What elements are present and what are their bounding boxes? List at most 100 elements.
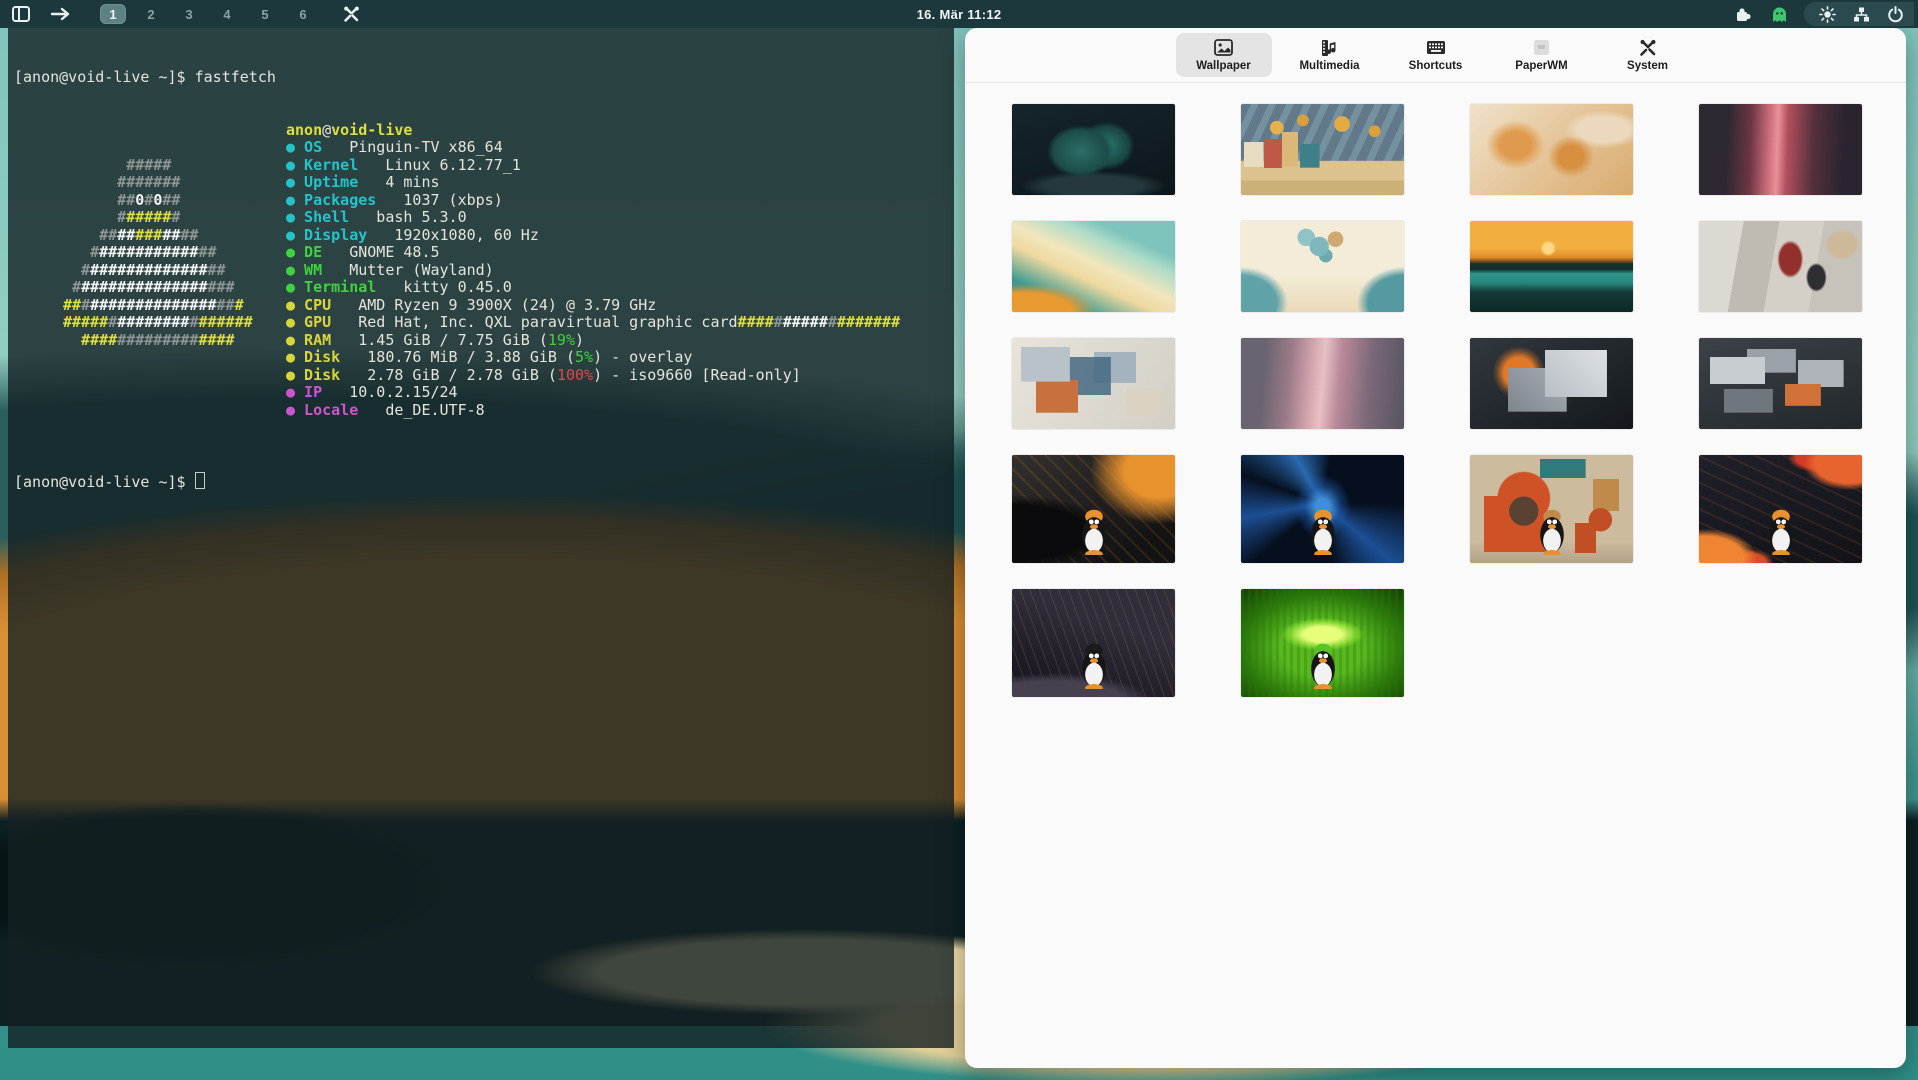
tab-label: Wallpaper (1196, 60, 1251, 72)
wallpaper-thumbnail-teal-orange-dunes[interactable] (1012, 221, 1175, 312)
wallpaper-thumbnail-penguin-circuit-waves[interactable] (1012, 455, 1175, 563)
text-segment: ## (217, 296, 235, 314)
text-segment: 1920x1080, 60 Hz (367, 226, 539, 244)
text-segment: ## (208, 261, 226, 279)
text-segment: @ (322, 121, 331, 139)
tiling-panes-icon[interactable] (10, 3, 32, 25)
text-segment: ) - iso9660 [Read-only] (593, 366, 801, 384)
text-segment: 5% (575, 348, 593, 366)
text-segment: ● OS (286, 138, 322, 156)
text-segment: #### (198, 331, 234, 349)
keyboard-icon (1426, 38, 1446, 57)
text-segment: 180.76 MiB / 3.88 GiB ( (340, 348, 575, 366)
text-segment: ● Display (286, 226, 367, 244)
wallpaper-thumbnail-gray-blocks-orange[interactable] (1699, 338, 1862, 429)
text-segment: #### (738, 313, 774, 331)
tools-icon[interactable] (340, 3, 362, 25)
wallpaper-thumbnail-pastel-tree-valley[interactable] (1241, 221, 1404, 312)
fastfetch-info-line: ● Kernel Linux 6.12.77_1 (286, 157, 900, 175)
text-segment: # (828, 313, 837, 331)
tab-wallpaper[interactable]: Wallpaper (1176, 33, 1272, 77)
wallpaper-thumbnail-penguin-matrix-green[interactable] (1241, 589, 1404, 697)
text-segment: ● RAM (286, 331, 331, 349)
text-segment: GNOME 48.5 (322, 243, 439, 261)
text-segment: # (81, 296, 90, 314)
tab-divider (965, 82, 1906, 83)
text-segment: # (235, 296, 244, 314)
tab-shortcuts[interactable]: Shortcuts (1388, 33, 1484, 77)
fastfetch-info-line: ● RAM 1.45 GiB / 7.75 GiB (19%) (286, 332, 900, 350)
wallpaper-thumbnail-autumn-village[interactable] (1241, 104, 1404, 195)
tab-paperwm[interactable]: PaperWM (1494, 33, 1590, 77)
text-segment: 1037 (xbps) (376, 191, 502, 209)
tools-icon (1639, 38, 1657, 57)
brightness-icon[interactable] (1816, 3, 1838, 25)
text-segment: ####### (837, 313, 900, 331)
text-segment: # (63, 278, 81, 296)
wallpaper-thumbnail-amber-lilies[interactable] (1470, 104, 1633, 195)
wallpaper-thumbnail-sunset-forest-lake[interactable] (1470, 221, 1633, 312)
text-segment: ############## (81, 278, 207, 296)
arrow-right-icon[interactable] (50, 3, 72, 25)
fastfetch-info-line: ● WM Mutter (Wayland) (286, 262, 900, 280)
text-segment: #### (63, 331, 117, 349)
wallpaper-thumbnail-rose-smoke[interactable] (1241, 338, 1404, 429)
tab-multimedia[interactable]: Multimedia (1282, 33, 1378, 77)
ascii-art-row: ####### (63, 209, 253, 227)
text-segment: # (63, 243, 99, 261)
network-icon[interactable] (1850, 3, 1872, 25)
text-segment: ######## (117, 313, 189, 331)
wallpaper-thumbnail-gray-red-collage[interactable] (1699, 221, 1862, 312)
text-segment: ## (63, 191, 135, 209)
text-segment: Mutter (Wayland) (322, 261, 494, 279)
workspace-button-3[interactable]: 3 (176, 4, 202, 24)
ascii-art-row: ##0#0## (63, 192, 253, 210)
fastfetch-info-line: ● GPU Red Hat, Inc. QXL paravirtual grap… (286, 314, 900, 332)
workspace-switcher: 123456 (100, 4, 316, 24)
clock[interactable]: 16. Mär 11:12 (917, 0, 1002, 28)
wallpaper-thumbnail-penguin-lava-blobs[interactable] (1699, 455, 1862, 563)
power-icon[interactable] (1884, 3, 1906, 25)
fastfetch-info-line: ● OS Pinguin-TV x86_64 (286, 139, 900, 157)
wallpaper-thumbnail-penguin-gold-waves[interactable] (1012, 589, 1175, 697)
settings-panel: Wallpaper Multimedia Shortcuts PaperWM Syste… (965, 28, 1906, 1068)
workspace-button-2[interactable]: 2 (138, 4, 164, 24)
ghost-icon[interactable] (1768, 3, 1790, 25)
wallpaper-thumbnail-penguin-terracotta-arch[interactable] (1470, 455, 1633, 563)
wallpaper-thumbnail-steel-cubes-orange[interactable] (1470, 338, 1633, 429)
text-segment: ## (117, 226, 135, 244)
text-segment: ############## (90, 296, 216, 314)
ascii-art-row: ##################### (63, 314, 253, 332)
text-segment: ######### (117, 331, 198, 349)
text-segment: Pinguin-TV x86_64 (322, 138, 503, 156)
terminal-window[interactable]: [anon@void-live ~]$ fastfetch ##### ####… (8, 28, 954, 1048)
tab-label: PaperWM (1515, 60, 1567, 72)
fastfetch-info-line: ● Terminal kitty 0.45.0 (286, 279, 900, 297)
text-segment: # (774, 313, 783, 331)
text-segment: kitty 0.45.0 (376, 278, 511, 296)
wallpaper-thumbnail-blue-orange-squares[interactable] (1012, 338, 1175, 429)
terminal-cursor (195, 472, 205, 489)
workspace-button-6[interactable]: 6 (290, 4, 316, 24)
text-segment: ● Locale (286, 401, 358, 419)
wallpaper-thumbnail-dark-teal-leaves[interactable] (1012, 104, 1175, 195)
top-bar-right (1732, 0, 1918, 28)
wallpaper-thumbnail-penguin-blue-rays[interactable] (1241, 455, 1404, 563)
workspace-button-1[interactable]: 1 (100, 4, 126, 24)
fastfetch-info-line: ● Disk 2.78 GiB / 2.78 GiB (100%) - iso9… (286, 367, 900, 385)
wallpaper-thumbnail-crimson-mist[interactable] (1699, 104, 1862, 195)
text-segment: ##### (126, 208, 171, 226)
tab-label: Shortcuts (1409, 60, 1463, 72)
extension-puzzle-icon[interactable] (1732, 3, 1754, 25)
text-segment: ) - overlay (593, 348, 692, 366)
fastfetch-title: anon@void-live (286, 122, 900, 140)
tab-system[interactable]: System (1600, 33, 1696, 77)
wallpaper-row (1012, 338, 1862, 429)
text-segment: Red Hat, Inc. QXL paravirtual graphic ca… (331, 313, 737, 331)
wallpaper-row (1012, 589, 1862, 697)
workspace-button-4[interactable]: 4 (214, 4, 240, 24)
text-segment: # (63, 208, 126, 226)
terminal-prompt-line-2: [anon@void-live ~]$ (14, 472, 954, 492)
workspace-button-5[interactable]: 5 (252, 4, 278, 24)
text-segment: ##### (783, 313, 828, 331)
